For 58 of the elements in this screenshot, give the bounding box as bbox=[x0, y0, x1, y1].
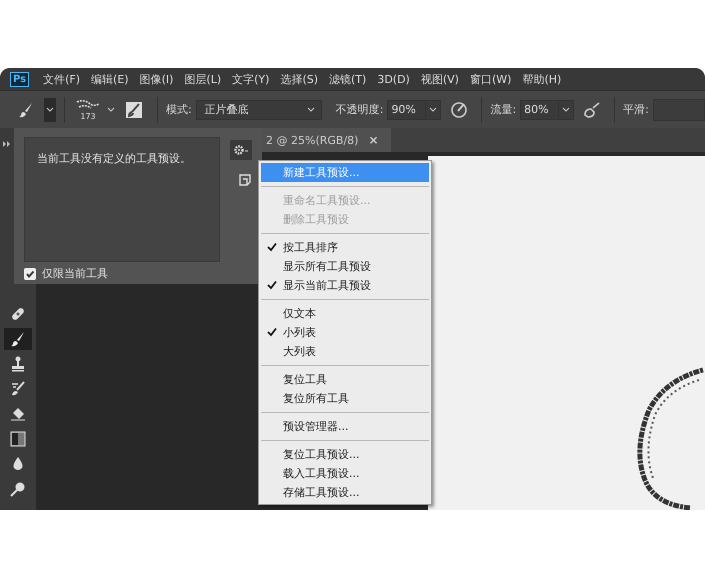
gradient-icon bbox=[9, 430, 27, 448]
menu-item[interactable]: 窗口(W) bbox=[470, 72, 512, 86]
menu-item[interactable]: 文字(Y) bbox=[232, 72, 270, 86]
context-menu-item[interactable]: 存储工具预设... bbox=[261, 483, 429, 502]
checkmark-icon bbox=[25, 268, 35, 278]
settings-button[interactable] bbox=[230, 140, 252, 160]
eraser-icon bbox=[9, 405, 27, 423]
flow-field[interactable]: 80% bbox=[520, 100, 574, 120]
context-menu-item[interactable]: 复位工具预设... bbox=[261, 445, 429, 464]
menu-item[interactable]: 图层(L) bbox=[184, 72, 222, 86]
caret-icon bbox=[306, 106, 315, 112]
context-menu-item[interactable]: 小列表 bbox=[261, 323, 429, 342]
menu-item[interactable]: 图像(I) bbox=[140, 72, 174, 86]
brush-tool[interactable] bbox=[4, 328, 32, 350]
history-brush-icon bbox=[9, 380, 27, 398]
brush-preset-picker[interactable]: 173 bbox=[73, 98, 103, 121]
caret-icon bbox=[46, 106, 54, 112]
menu-item[interactable]: 视图(V) bbox=[420, 72, 459, 86]
opacity-label: 不透明度: bbox=[336, 102, 384, 117]
new-preset-icon[interactable] bbox=[239, 174, 251, 186]
context-menu-item[interactable]: 大列表 bbox=[261, 342, 429, 361]
app-logo: Ps bbox=[10, 72, 30, 86]
brush-settings-icon[interactable] bbox=[125, 100, 143, 118]
stamp-icon bbox=[9, 355, 27, 373]
context-menu-item[interactable]: 显示所有工具预设 bbox=[261, 257, 429, 276]
expand-icon[interactable] bbox=[3, 141, 11, 147]
menu-item[interactable]: 帮助(H) bbox=[522, 72, 562, 86]
tool-preset-picker[interactable] bbox=[44, 98, 56, 122]
flow-label: 流量: bbox=[490, 102, 516, 117]
smoothing-label: 平滑: bbox=[623, 102, 649, 117]
pressure-icon[interactable] bbox=[449, 100, 470, 120]
context-menu-item[interactable]: 复位所有工具 bbox=[261, 389, 429, 408]
context-menu-item[interactable]: 载入工具预设... bbox=[261, 464, 429, 483]
checkbox-label: 仅限当前工具 bbox=[42, 266, 108, 281]
menu-item[interactable]: 选择(S) bbox=[280, 72, 318, 86]
menu-item[interactable]: 编辑(E) bbox=[91, 72, 129, 86]
airbrush-icon[interactable] bbox=[582, 100, 602, 120]
menu-item[interactable]: 3D(D) bbox=[377, 72, 410, 86]
opacity-field[interactable]: 90% bbox=[387, 100, 442, 120]
context-menu-item[interactable]: 显示当前工具预设 bbox=[261, 276, 429, 295]
menu-item[interactable]: 滤镜(T) bbox=[329, 72, 366, 86]
empty-message: 当前工具没有定义的工具预设。 bbox=[37, 152, 191, 165]
caret-icon bbox=[429, 106, 438, 112]
checkbox[interactable] bbox=[24, 268, 36, 280]
document-tab[interactable]: 2 @ 25%(RGB/8) × bbox=[262, 128, 391, 152]
mode-dropdown[interactable]: 正片叠底 bbox=[196, 100, 322, 120]
caret-icon bbox=[562, 106, 570, 112]
dodge-icon bbox=[9, 480, 27, 498]
context-menu-item[interactable]: 按工具排序 bbox=[261, 238, 429, 257]
menu-item[interactable]: 文件(F) bbox=[43, 72, 80, 86]
context-menu-item[interactable]: 仅文本 bbox=[261, 304, 429, 323]
mode-label: 模式: bbox=[166, 102, 192, 117]
caret-icon[interactable] bbox=[107, 106, 115, 112]
close-button[interactable]: × bbox=[368, 133, 379, 147]
document-title: 2 @ 25%(RGB/8) bbox=[266, 134, 358, 146]
context-menu-item[interactable]: 预设管理器... bbox=[261, 417, 429, 436]
gear-icon bbox=[233, 144, 249, 156]
context-menu-item[interactable]: 复位工具 bbox=[261, 370, 429, 389]
